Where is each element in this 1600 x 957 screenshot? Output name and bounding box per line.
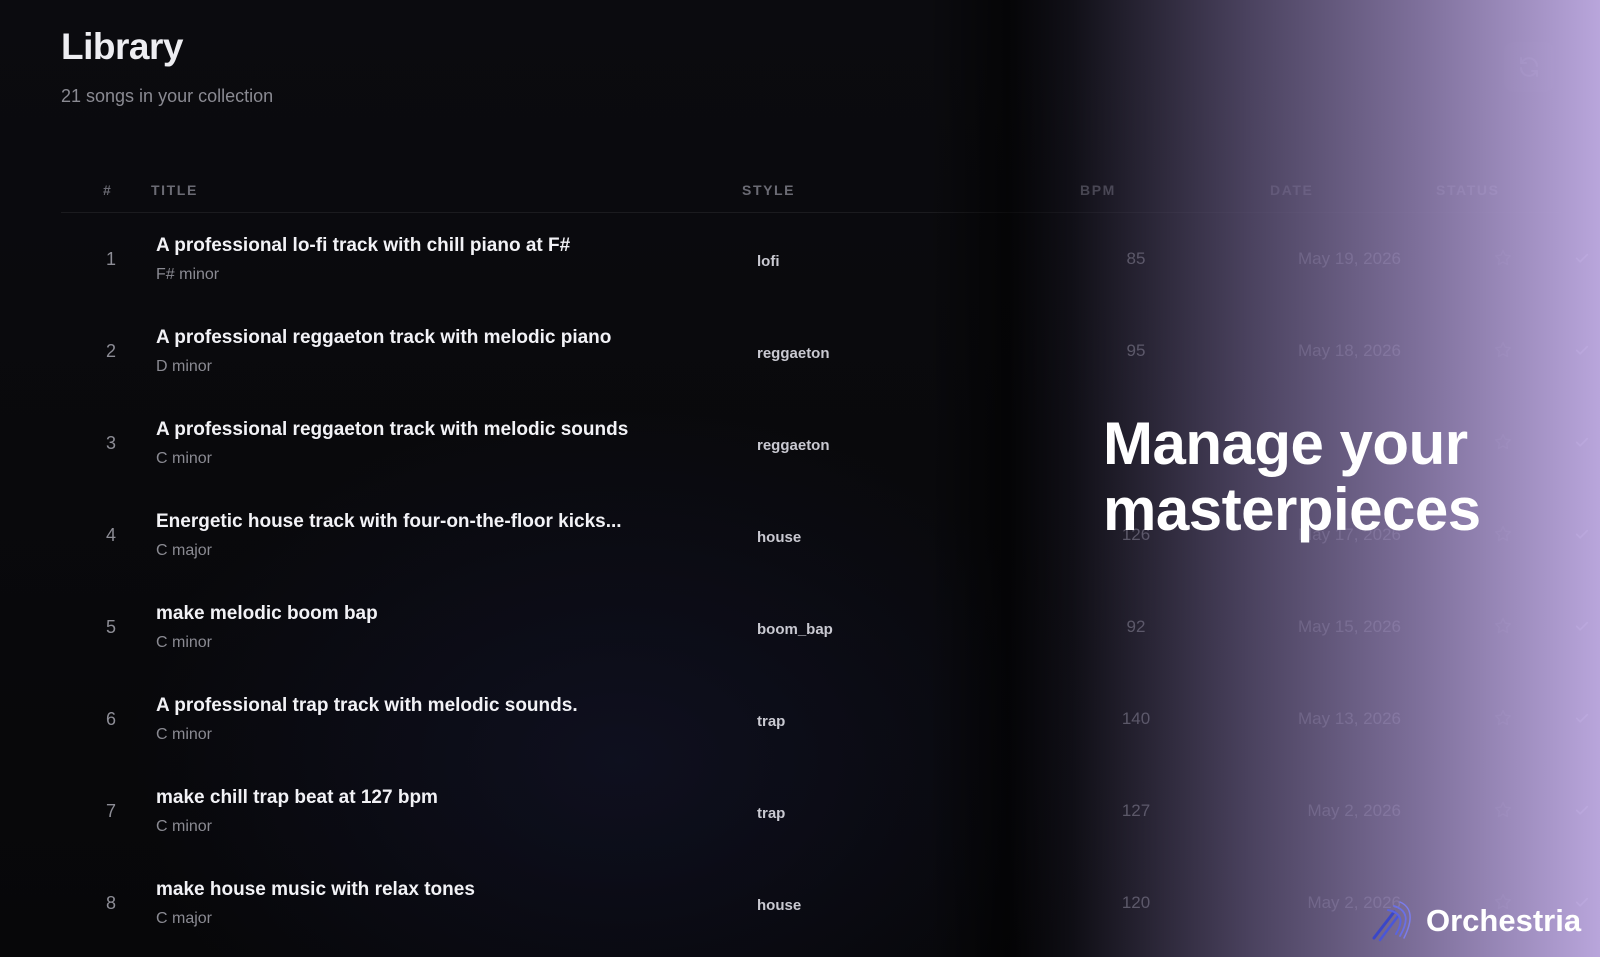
check-icon	[1573, 249, 1591, 267]
column-bpm[interactable]: BPM	[1080, 182, 1116, 198]
row-number: 6	[105, 709, 116, 729]
star-icon[interactable]	[1493, 248, 1513, 268]
song-title-cell[interactable]: Energetic house track with four-on-the-f…	[156, 511, 716, 560]
check-icon	[1573, 709, 1591, 727]
promo-line-2: masterpieces	[1103, 476, 1481, 543]
check-icon	[1573, 617, 1591, 635]
column-number[interactable]: #	[103, 182, 112, 198]
song-key: C minor	[156, 634, 213, 651]
song-style: boom_bap	[757, 621, 833, 638]
song-title[interactable]: make chill trap beat at 127 bpm	[156, 787, 716, 809]
song-date: May 13, 2026	[1297, 709, 1401, 728]
song-key: D minor	[156, 358, 213, 375]
song-bpm: 127	[1121, 801, 1151, 820]
songs-table: # TITLE STYLE BPM DATE STATUS 1 A profess…	[61, 170, 1589, 949]
song-title-cell[interactable]: make chill trap beat at 127 bpm C minor	[156, 787, 716, 836]
song-key: C minor	[156, 726, 213, 743]
star-icon[interactable]	[1493, 432, 1513, 452]
song-style: house	[757, 897, 802, 914]
column-status[interactable]: STATUS	[1436, 182, 1500, 198]
song-style: reggaeton	[757, 345, 830, 362]
star-icon[interactable]	[1493, 708, 1513, 728]
check-icon	[1573, 525, 1591, 543]
row-number: 1	[105, 249, 116, 269]
brand-name: Orchestria	[1426, 903, 1582, 938]
orchestria-logo-icon	[1372, 901, 1411, 942]
song-date: May 15, 2026	[1297, 617, 1401, 636]
star-icon[interactable]	[1493, 524, 1513, 544]
song-title[interactable]: A professional reggaeton track with melo…	[156, 327, 716, 349]
song-key: C minor	[156, 450, 213, 467]
song-style: house	[757, 529, 802, 546]
song-date: May 18, 2026	[1297, 341, 1401, 360]
star-icon[interactable]	[1493, 800, 1513, 820]
song-bpm: 85	[1126, 249, 1146, 268]
song-title[interactable]: A professional lo-fi track with chill pi…	[156, 235, 716, 257]
table-row[interactable]: 5 make melodic boom bap C minor boom_bap 92 M…	[61, 581, 1589, 673]
row-number: 2	[105, 341, 116, 361]
song-title-cell[interactable]: A professional reggaeton track with melo…	[156, 419, 716, 468]
brand-lockup: Orchestria	[1368, 898, 1581, 944]
table-body: 1 A professional lo-fi track with chill p…	[61, 213, 1589, 949]
song-key: C minor	[156, 818, 213, 835]
song-key: C major	[156, 910, 213, 927]
column-date[interactable]: DATE	[1270, 182, 1313, 198]
star-icon[interactable]	[1493, 616, 1513, 636]
page-title: Library	[61, 26, 183, 67]
song-bpm: 92	[1126, 617, 1146, 636]
row-number: 4	[105, 525, 116, 545]
song-title[interactable]: A professional reggaeton track with melo…	[156, 419, 716, 441]
table-header: # TITLE STYLE BPM DATE STATUS	[61, 170, 1561, 213]
check-icon	[1573, 801, 1591, 819]
song-date: May 2, 2026	[1307, 801, 1401, 820]
row-number: 7	[105, 801, 116, 821]
song-style: trap	[757, 713, 786, 730]
promo-line-1: Manage your	[1103, 410, 1468, 477]
row-number: 5	[105, 617, 116, 637]
song-bpm: 120	[1121, 893, 1151, 912]
table-row[interactable]: 2 A professional reggaeton track with mel…	[61, 305, 1589, 397]
refresh-icon	[1520, 57, 1538, 77]
song-title[interactable]: A professional trap track with melodic s…	[156, 695, 716, 717]
table-row[interactable]: 6 A professional trap track with melodic …	[61, 673, 1589, 765]
song-style: lofi	[757, 253, 780, 270]
column-style[interactable]: STYLE	[742, 182, 795, 198]
table-row[interactable]: 1 A professional lo-fi track with chill p…	[61, 213, 1589, 305]
library-screen: Library 21 songs in your collection # TI…	[0, 0, 1600, 957]
library-header: Library 21 songs in your collection	[61, 26, 273, 107]
song-title[interactable]: make house music with relax tones	[156, 879, 716, 901]
song-bpm: 140	[1121, 709, 1151, 728]
table-row[interactable]: 7 make chill trap beat at 127 bpm C minor t…	[61, 765, 1589, 857]
song-style: trap	[757, 805, 786, 822]
star-icon[interactable]	[1493, 340, 1513, 360]
refresh-button[interactable]	[1504, 42, 1554, 92]
song-key: F# minor	[156, 266, 220, 283]
song-style: reggaeton	[757, 437, 830, 454]
column-title[interactable]: TITLE	[151, 182, 198, 198]
song-key: C major	[156, 542, 213, 559]
song-title-cell[interactable]: make house music with relax tones C major	[156, 879, 716, 928]
song-title[interactable]: Energetic house track with four-on-the-f…	[156, 511, 716, 533]
song-title-cell[interactable]: A professional lo-fi track with chill pi…	[156, 235, 716, 284]
check-icon	[1573, 341, 1591, 359]
check-icon	[1573, 433, 1591, 451]
promo-tagline: Manage your masterpieces	[1103, 411, 1481, 543]
table-row[interactable]: 8 make house music with relax tones C majo…	[61, 857, 1589, 949]
song-date: May 19, 2026	[1297, 249, 1401, 268]
song-title-cell[interactable]: A professional trap track with melodic s…	[156, 695, 716, 744]
row-number: 3	[105, 433, 116, 453]
song-bpm: 95	[1126, 341, 1146, 360]
song-count: 21 songs in your collection	[61, 86, 274, 106]
row-number: 8	[105, 893, 116, 913]
song-title-cell[interactable]: make melodic boom bap C minor	[156, 603, 716, 652]
song-title[interactable]: make melodic boom bap	[156, 603, 716, 625]
song-title-cell[interactable]: A professional reggaeton track with melo…	[156, 327, 716, 376]
